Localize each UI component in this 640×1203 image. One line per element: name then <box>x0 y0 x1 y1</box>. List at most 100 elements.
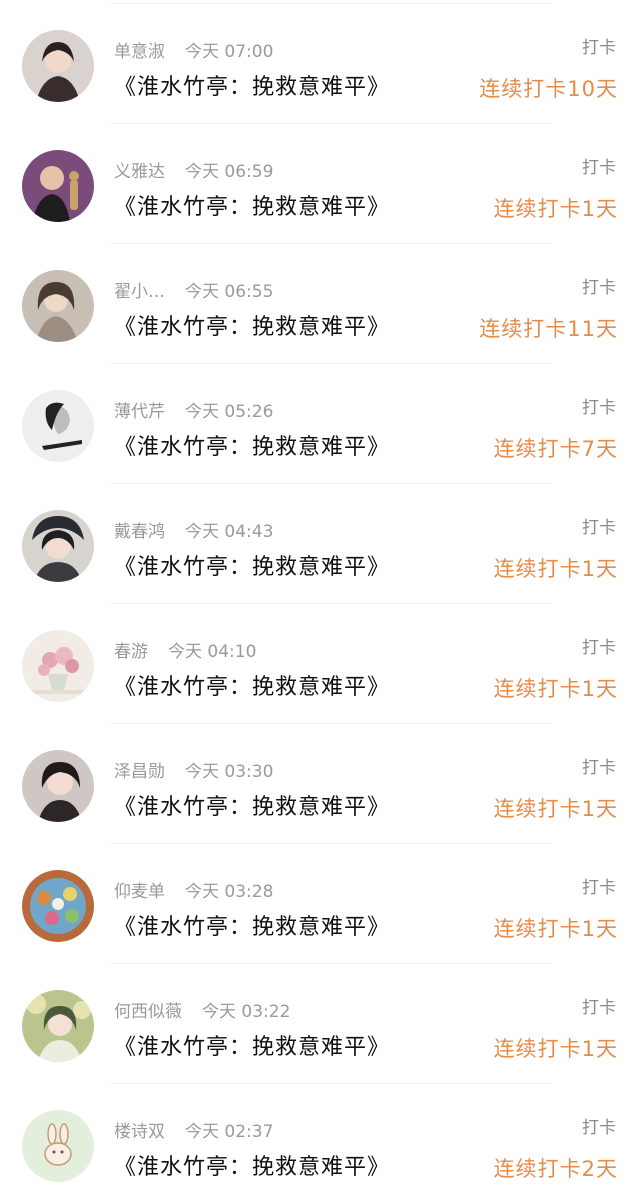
divider <box>110 843 550 844</box>
list-item[interactable]: 戴春鸿 今天 04:43 《淮水竹亭：挽救意难平》 打卡 连续打卡1天 <box>0 483 640 603</box>
list-item[interactable]: 翟小… 今天 06:55 《淮水竹亭：挽救意难平》 打卡 连续打卡11天 <box>0 243 640 363</box>
user-photo-avatar-icon <box>22 750 94 822</box>
checkin-meta: 义雅达 今天 06:59 <box>114 157 273 182</box>
list-item[interactable]: 仰麦单 今天 03:28 《淮水竹亭：挽救意难平》 打卡 连续打卡1天 <box>0 843 640 963</box>
avatar[interactable] <box>22 510 94 582</box>
avatar[interactable] <box>22 990 94 1062</box>
avatar[interactable] <box>22 870 94 942</box>
checkin-time: 今天 04:43 <box>185 522 274 542</box>
list-item[interactable]: 楼诗双 今天 02:37 《淮水竹亭：挽救意难平》 打卡 连续打卡2天 <box>0 1083 640 1203</box>
list-item[interactable]: 单意淑 今天 07:00 《淮水竹亭：挽救意难平》 打卡 连续打卡10天 <box>0 3 640 123</box>
checkin-title[interactable]: 《淮水竹亭：挽救意难平》 <box>114 309 390 341</box>
user-name[interactable]: 戴春鸿 <box>114 522 165 542</box>
divider <box>110 723 550 724</box>
user-name[interactable]: 楼诗双 <box>114 1122 165 1142</box>
user-photo-avatar-icon <box>22 390 94 462</box>
checkin-time: 今天 03:30 <box>185 762 274 782</box>
cartoon-avatar-icon <box>22 870 94 942</box>
illustration-avatar-icon <box>22 990 94 1062</box>
divider <box>110 1083 550 1084</box>
flower-photo-avatar-icon <box>22 630 94 702</box>
user-name[interactable]: 泽昌勋 <box>114 762 165 782</box>
list-item[interactable]: 春游 今天 04:10 《淮水竹亭：挽救意难平》 打卡 连续打卡1天 <box>0 603 640 723</box>
checkin-action-label: 打卡 <box>582 1118 616 1138</box>
user-name[interactable]: 义雅达 <box>114 162 165 182</box>
checkin-meta: 单意淑 今天 07:00 <box>114 37 273 62</box>
avatar[interactable] <box>22 1110 94 1182</box>
streak-badge: 连续打卡1天 <box>493 557 618 581</box>
checkin-title[interactable]: 《淮水竹亭：挽救意难平》 <box>114 549 390 581</box>
checkin-title[interactable]: 《淮水竹亭：挽救意难平》 <box>114 669 390 701</box>
streak-badge: 连续打卡2天 <box>493 1157 618 1181</box>
checkin-action-label: 打卡 <box>582 398 616 418</box>
divider <box>110 963 550 964</box>
user-name[interactable]: 翟小… <box>114 282 165 302</box>
user-name[interactable]: 薄代芹 <box>114 402 165 422</box>
checkin-action-label: 打卡 <box>582 278 616 298</box>
avatar[interactable] <box>22 270 94 342</box>
streak-badge: 连续打卡1天 <box>493 1037 618 1061</box>
checkin-action-label: 打卡 <box>582 518 616 538</box>
streak-badge: 连续打卡1天 <box>493 797 618 821</box>
avatar[interactable] <box>22 30 94 102</box>
streak-badge: 连续打卡7天 <box>493 437 618 461</box>
checkin-list: 单意淑 今天 07:00 《淮水竹亭：挽救意难平》 打卡 连续打卡10天 义雅达今… <box>0 0 640 1182</box>
checkin-meta: 泽昌勋 今天 03:30 <box>114 757 273 782</box>
checkin-title[interactable]: 《淮水竹亭：挽救意难平》 <box>114 1149 390 1181</box>
divider <box>110 3 550 4</box>
list-item[interactable]: 泽昌勋 今天 03:30 《淮水竹亭：挽救意难平》 打卡 连续打卡1天 <box>0 723 640 843</box>
checkin-time: 今天 04:10 <box>168 642 257 662</box>
checkin-meta: 楼诗双 今天 02:37 <box>114 1117 273 1142</box>
avatar[interactable] <box>22 630 94 702</box>
divider <box>110 363 550 364</box>
user-photo-avatar-icon <box>22 30 94 102</box>
divider <box>110 123 550 124</box>
checkin-title[interactable]: 《淮水竹亭：挽救意难平》 <box>114 1029 390 1061</box>
checkin-meta: 翟小… 今天 06:55 <box>114 277 273 302</box>
streak-badge: 连续打卡11天 <box>479 317 618 341</box>
checkin-title[interactable]: 《淮水竹亭：挽救意难平》 <box>114 789 390 821</box>
streak-badge: 连续打卡10天 <box>479 77 618 101</box>
user-name[interactable]: 何西似薇 <box>114 1002 182 1022</box>
list-item[interactable]: 薄代芹 今天 05:26 《淮水竹亭：挽救意难平》 打卡 连续打卡7天 <box>0 363 640 483</box>
bunny-avatar-icon <box>22 1110 94 1182</box>
checkin-action-label: 打卡 <box>582 38 616 58</box>
divider <box>110 483 550 484</box>
checkin-title[interactable]: 《淮水竹亭：挽救意难平》 <box>114 69 390 101</box>
avatar[interactable] <box>22 390 94 462</box>
checkin-time: 今天 03:22 <box>202 1002 291 1022</box>
streak-badge: 连续打卡1天 <box>493 917 618 941</box>
checkin-meta: 仰麦单 今天 03:28 <box>114 877 273 902</box>
avatar[interactable] <box>22 750 94 822</box>
checkin-action-label: 打卡 <box>582 758 616 778</box>
user-name[interactable]: 仰麦单 <box>114 882 165 902</box>
checkin-action-label: 打卡 <box>582 158 616 178</box>
list-item[interactable]: 何西似薇 今天 03:22 《淮水竹亭：挽救意难平》 打卡 连续打卡1天 <box>0 963 640 1083</box>
user-name[interactable]: 单意淑 <box>114 42 165 62</box>
streak-badge: 连续打卡1天 <box>493 677 618 701</box>
checkin-meta: 戴春鸿 今天 04:43 <box>114 517 273 542</box>
checkin-action-label: 打卡 <box>582 878 616 898</box>
streak-badge: 连续打卡1天 <box>493 197 618 221</box>
divider <box>110 603 550 604</box>
checkin-time: 今天 06:55 <box>185 282 274 302</box>
checkin-action-label: 打卡 <box>582 638 616 658</box>
checkin-time: 今天 06:59 <box>185 162 274 182</box>
checkin-time: 今天 07:00 <box>185 42 274 62</box>
checkin-meta: 何西似薇 今天 03:22 <box>114 997 290 1022</box>
avatar[interactable] <box>22 150 94 222</box>
divider <box>110 243 550 244</box>
user-photo-avatar-icon <box>22 150 94 222</box>
checkin-time: 今天 03:28 <box>185 882 274 902</box>
checkin-time: 今天 05:26 <box>185 402 274 422</box>
checkin-meta: 薄代芹 今天 05:26 <box>114 397 273 422</box>
checkin-meta: 春游 今天 04:10 <box>114 637 256 662</box>
user-photo-avatar-icon <box>22 510 94 582</box>
user-name[interactable]: 春游 <box>114 642 148 662</box>
checkin-action-label: 打卡 <box>582 998 616 1018</box>
checkin-time: 今天 02:37 <box>185 1122 274 1142</box>
checkin-title[interactable]: 《淮水竹亭：挽救意难平》 <box>114 189 390 221</box>
list-item[interactable]: 义雅达 今天 06:59 《淮水竹亭：挽救意难平》 打卡 连续打卡1天 <box>0 123 640 243</box>
checkin-title[interactable]: 《淮水竹亭：挽救意难平》 <box>114 909 390 941</box>
checkin-title[interactable]: 《淮水竹亭：挽救意难平》 <box>114 429 390 461</box>
